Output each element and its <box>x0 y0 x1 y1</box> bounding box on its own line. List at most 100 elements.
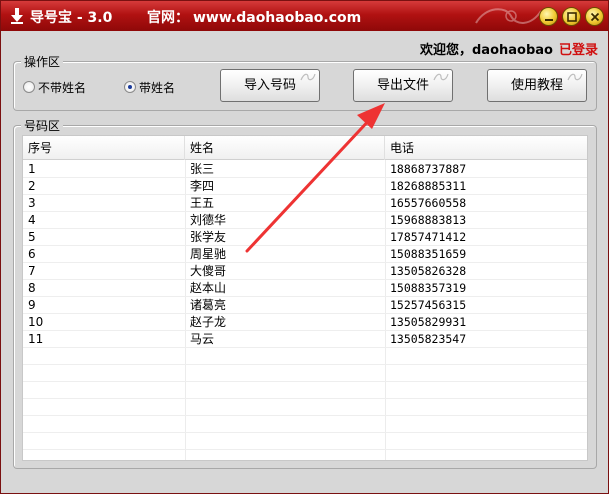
phone-cell <box>385 399 587 416</box>
name-cell: 诸葛亮 <box>190 298 227 312</box>
table-row[interactable] <box>23 399 587 416</box>
table-row[interactable] <box>23 450 587 460</box>
operations-legend: 操作区 <box>21 53 64 70</box>
button-label: 导入号码 <box>243 78 296 93</box>
column-header-name[interactable]: 姓名 <box>185 136 385 160</box>
button-swirl-icon <box>300 73 316 81</box>
close-icon <box>590 12 600 22</box>
index-cell: 10 <box>28 315 44 329</box>
phone-cell: 13505823547 <box>390 332 467 346</box>
button-label: 使用教程 <box>510 78 563 93</box>
table-row[interactable] <box>23 348 587 365</box>
index-cell: 4 <box>28 213 36 227</box>
radio-with-name[interactable]: 带姓名 <box>124 79 175 95</box>
minimize-icon <box>545 19 553 21</box>
index-cell: 8 <box>28 281 36 295</box>
title-bar[interactable]: 导号宝 - 3.0 官网： www.daohaobao.com <box>1 1 608 31</box>
name-cell: 张三 <box>190 162 215 176</box>
button-swirl-icon <box>433 73 449 81</box>
table-row[interactable]: 6 周星驰 15088351659 <box>23 246 587 263</box>
site-prefix: 官网： <box>147 10 189 26</box>
app-logo-icon <box>11 8 23 24</box>
table-row[interactable]: 7 大傻哥 13505826328 <box>23 263 587 280</box>
phone-cell <box>385 450 587 460</box>
index-cell: 9 <box>28 298 36 312</box>
maximize-button[interactable] <box>562 7 581 26</box>
export-button[interactable]: 导出文件 <box>353 69 453 102</box>
table-row[interactable]: 9 诸葛亮 15257456315 <box>23 297 587 314</box>
table-row[interactable]: 3 王五 16557660558 <box>23 195 587 212</box>
index-cell <box>23 399 185 416</box>
table-row[interactable]: 11 马云 13505823547 <box>23 331 587 348</box>
maximize-icon <box>567 12 577 22</box>
phone-cell: 18868737887 <box>390 162 467 176</box>
index-cell <box>23 348 185 365</box>
table-row[interactable] <box>23 365 587 382</box>
tutorial-button[interactable]: 使用教程 <box>487 69 587 102</box>
phone-cell <box>385 382 587 399</box>
minimize-button[interactable] <box>539 7 558 26</box>
table-row[interactable]: 10 赵子龙 13505829931 <box>23 314 587 331</box>
site-url: www.daohaobao.com <box>193 10 362 26</box>
name-cell <box>185 450 385 460</box>
phone-cell <box>385 365 587 382</box>
radio-without-name[interactable]: 不带姓名 <box>23 79 86 95</box>
name-cell <box>185 365 385 382</box>
phone-cell: 15088351659 <box>390 247 467 261</box>
column-header-index[interactable]: 序号 <box>23 136 185 160</box>
index-cell <box>23 382 185 399</box>
app-window: 导号宝 - 3.0 官网： www.daohaobao.com 欢迎您，daoha… <box>0 0 609 494</box>
login-status: 已登录 <box>558 43 598 58</box>
phone-cell <box>385 433 587 450</box>
table-row[interactable] <box>23 382 587 399</box>
column-header-phone[interactable]: 电话 <box>385 136 587 160</box>
name-cell: 马云 <box>190 332 215 346</box>
index-cell <box>23 450 185 460</box>
index-cell <box>23 433 185 450</box>
name-cell: 赵子龙 <box>190 315 227 329</box>
table-row[interactable]: 1 张三 18868737887 <box>23 161 587 178</box>
official-site-label: 官网： www.daohaobao.com <box>147 7 365 27</box>
phone-cell <box>385 348 587 365</box>
phone-cell <box>385 416 587 433</box>
table-row[interactable]: 8 赵本山 15088357319 <box>23 280 587 297</box>
phone-cell: 13505826328 <box>390 264 467 278</box>
index-cell: 2 <box>28 179 36 193</box>
radio-dot-checked-icon <box>124 81 136 93</box>
radio-dot-unchecked-icon <box>23 81 35 93</box>
name-cell: 张学友 <box>190 230 227 244</box>
index-cell: 11 <box>28 332 44 346</box>
name-cell <box>185 382 385 399</box>
app-title: 导号宝 - 3.0 <box>30 10 113 26</box>
name-cell: 大傻哥 <box>190 264 227 278</box>
table-header: 序号 姓名 电话 <box>23 136 587 160</box>
close-button[interactable] <box>585 7 604 26</box>
import-numbers-button[interactable]: 导入号码 <box>220 69 320 102</box>
index-cell: 6 <box>28 247 36 261</box>
name-cell <box>185 416 385 433</box>
index-cell: 3 <box>28 196 36 210</box>
index-cell: 7 <box>28 264 36 278</box>
name-cell <box>185 348 385 365</box>
radio-label: 不带姓名 <box>38 80 87 95</box>
number-table[interactable]: 序号 姓名 电话 1 张三 18868737887 2 李四 18268885311 3 王五… <box>22 135 588 461</box>
table-row[interactable]: 2 李四 18268885311 <box>23 178 587 195</box>
table-row[interactable]: 5 张学友 17857471412 <box>23 229 587 246</box>
phone-cell: 13505829931 <box>390 315 467 329</box>
phone-cell: 15968883813 <box>390 213 467 227</box>
table-row[interactable] <box>23 433 587 450</box>
name-cell: 刘德华 <box>190 213 227 227</box>
name-cell: 王五 <box>190 196 215 210</box>
index-cell: 5 <box>28 230 36 244</box>
table-row[interactable]: 4 刘德华 15968883813 <box>23 212 587 229</box>
welcome-banner: 欢迎您，daohaobao 已登录 <box>420 39 598 58</box>
phone-cell: 15088357319 <box>390 281 467 295</box>
table-row[interactable] <box>23 416 587 433</box>
phone-cell: 18268885311 <box>390 179 467 193</box>
index-cell <box>23 416 185 433</box>
welcome-text: 欢迎您，daohaobao <box>420 43 553 58</box>
name-cell <box>185 399 385 416</box>
button-swirl-icon <box>567 73 583 81</box>
name-cell: 李四 <box>190 179 215 193</box>
name-cell: 周星驰 <box>190 247 227 261</box>
